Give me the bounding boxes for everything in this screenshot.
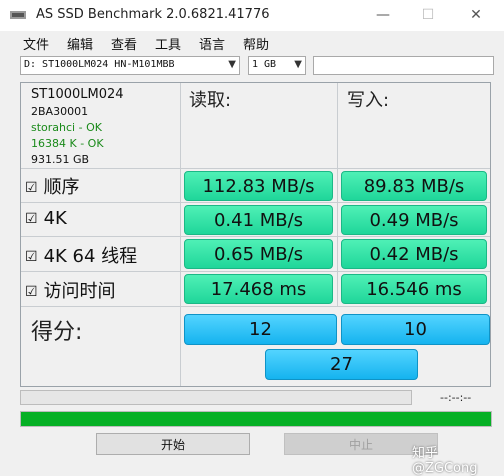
title-bar: AS SSD Benchmark 2.0.6821.41776 — ☐ ✕ <box>0 0 504 30</box>
4k-read-result: 0.41 MB/s <box>184 205 333 235</box>
write-header: 写入: <box>347 90 390 111</box>
drive-model: ST1000LM024 <box>31 87 124 102</box>
score-label: 得分: <box>31 320 83 345</box>
overall-progress-fill <box>21 412 491 426</box>
grid-divider <box>21 168 490 169</box>
4k64-read-result: 0.65 MB/s <box>184 239 333 269</box>
access-read-result: 17.468 ms <box>184 274 333 304</box>
total-score: 27 <box>265 349 418 380</box>
grid-divider <box>21 271 490 272</box>
read-score: 12 <box>184 314 337 345</box>
start-button[interactable]: 开始 <box>96 433 250 455</box>
drive-select-value: D: ST1000LM024 HN-M101MBB <box>24 59 175 70</box>
row-4k-label[interactable]: ☑ 4K <box>25 208 67 229</box>
menu-tools[interactable]: 工具 <box>155 34 181 53</box>
results-grid: ST1000LM024 2BA30001 storahci - OK 16384… <box>20 82 491 387</box>
row-4k64-label[interactable]: ☑ 4K 64 线程 <box>25 242 137 268</box>
checkbox-checked-icon[interactable]: ☑ <box>25 211 38 227</box>
firmware-version: 2BA30001 <box>31 105 89 118</box>
row-label-text: 顺序 <box>43 177 80 198</box>
maximize-button[interactable]: ☐ <box>405 2 451 28</box>
drive-select[interactable]: D: ST1000LM024 HN-M101MBB ▼ <box>20 56 240 75</box>
app-icon <box>10 11 26 19</box>
chevron-down-icon: ▼ <box>294 59 302 70</box>
chevron-down-icon: ▼ <box>228 59 236 70</box>
seq-read-result: 112.83 MB/s <box>184 171 333 201</box>
grid-divider <box>21 236 490 237</box>
grid-divider <box>21 306 490 307</box>
menu-help[interactable]: 帮助 <box>243 34 269 53</box>
4k64-write-result: 0.42 MB/s <box>341 239 487 269</box>
size-select[interactable]: 1 GB ▼ <box>248 56 306 75</box>
checkbox-checked-icon[interactable]: ☑ <box>25 249 38 265</box>
as-ssd-window: AS SSD Benchmark 2.0.6821.41776 — ☐ ✕ 文件… <box>0 0 504 476</box>
access-write-result: 16.546 ms <box>341 274 487 304</box>
seq-write-result: 89.83 MB/s <box>341 171 487 201</box>
watermark: 知乎 @ZGCong <box>412 446 478 476</box>
menu-bar: 文件 编辑 查看 工具 语言 帮助 <box>0 31 504 53</box>
size-select-value: 1 GB <box>252 59 277 70</box>
extra-input[interactable] <box>313 56 494 75</box>
window-title: AS SSD Benchmark 2.0.6821.41776 <box>36 7 270 22</box>
driver-status: storahci - OK <box>31 121 102 134</box>
elapsed-timer: --:--:-- <box>440 391 472 404</box>
grid-divider <box>21 202 490 203</box>
alignment-status: 16384 K - OK <box>31 137 104 150</box>
grid-divider <box>337 83 338 306</box>
row-label-text: 4K <box>43 208 67 229</box>
4k-write-result: 0.49 MB/s <box>341 205 487 235</box>
menu-language[interactable]: 语言 <box>199 34 225 53</box>
close-button[interactable]: ✕ <box>450 2 502 28</box>
row-access-label[interactable]: ☑ 访问时间 <box>25 277 116 303</box>
menu-file[interactable]: 文件 <box>23 34 49 53</box>
test-progress-bar <box>20 390 412 405</box>
checkbox-checked-icon[interactable]: ☑ <box>25 180 38 196</box>
drive-capacity: 931.51 GB <box>31 153 90 166</box>
menu-edit[interactable]: 编辑 <box>67 34 93 53</box>
row-seq-label[interactable]: ☑ 顺序 <box>25 173 80 199</box>
row-label-text: 4K 64 线程 <box>43 246 138 267</box>
menu-view[interactable]: 查看 <box>111 34 137 53</box>
overall-progress-bar <box>20 411 492 427</box>
minimize-button[interactable]: — <box>360 2 406 28</box>
row-label-text: 访问时间 <box>43 281 116 302</box>
checkbox-checked-icon[interactable]: ☑ <box>25 284 38 300</box>
write-score: 10 <box>341 314 490 345</box>
read-header: 读取: <box>189 90 232 111</box>
grid-divider <box>180 83 181 386</box>
